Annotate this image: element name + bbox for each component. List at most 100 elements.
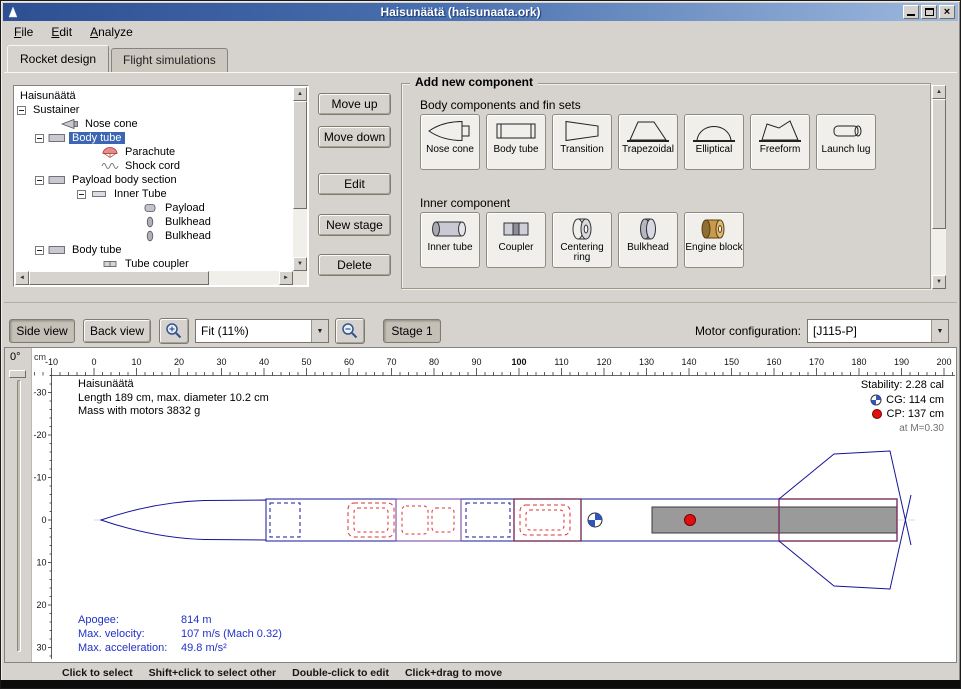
tree-item-parachute[interactable]: Parachute xyxy=(15,145,293,159)
svg-text:190: 190 xyxy=(894,357,909,367)
ruler-unit-label: cm xyxy=(34,352,46,362)
new-stage-button[interactable]: New stage xyxy=(318,214,391,236)
back-view-button[interactable]: Back view xyxy=(83,319,151,343)
add-inner-tube-button[interactable]: Inner tube xyxy=(420,212,480,268)
collapse-icon[interactable] xyxy=(35,134,44,143)
tree-item-body-tube[interactable]: Body tube xyxy=(15,131,293,145)
maximize-button[interactable] xyxy=(921,5,937,19)
inner-tube-icon xyxy=(427,216,473,242)
scroll-down-icon[interactable]: ▼ xyxy=(293,257,307,271)
svg-text:-30: -30 xyxy=(33,388,46,398)
svg-text:0: 0 xyxy=(91,357,96,367)
body-tube-icon xyxy=(48,244,66,256)
menu-edit[interactable]: Edit xyxy=(43,22,80,42)
rotation-slider-handle[interactable] xyxy=(9,370,26,378)
tree-vertical-scrollbar[interactable]: ▲ ▼ xyxy=(293,87,307,271)
stage-1-toggle[interactable]: Stage 1 xyxy=(383,319,441,343)
rocket-drawing[interactable] xyxy=(94,451,916,589)
cg-value: CG: 114 cm xyxy=(886,393,944,408)
tree-item-payload-body-section[interactable]: Payload body section xyxy=(15,173,293,187)
inner-component-buttons: Inner tube Coupler Centering ring Bulkhe… xyxy=(420,212,744,268)
menu-file[interactable]: File xyxy=(6,22,41,42)
mach-condition: at M=0.30 xyxy=(861,422,944,437)
chevron-down-icon[interactable]: ▼ xyxy=(311,320,328,342)
svg-text:-10: -10 xyxy=(45,357,58,367)
zoom-level-select[interactable]: Fit (11%) ▼ xyxy=(195,319,329,343)
scroll-down-icon[interactable]: ▼ xyxy=(932,275,946,289)
add-trapezoidal-fin-button[interactable]: Trapezoidal xyxy=(618,114,678,170)
window-bottom-edge xyxy=(1,680,960,688)
body-tube-icon xyxy=(48,132,66,144)
collapse-icon[interactable] xyxy=(17,106,26,115)
collapse-icon[interactable] xyxy=(35,246,44,255)
tree-item-sustainer[interactable]: Sustainer xyxy=(15,103,293,117)
tree-item-label: Nose cone xyxy=(82,118,141,130)
svg-text:20: 20 xyxy=(174,357,184,367)
component-tree[interactable]: Haisunäätä Sustainer Nose cone Body tube… xyxy=(15,87,293,271)
tree-item-body-tube-2[interactable]: Body tube xyxy=(15,243,293,257)
zoom-out-button[interactable] xyxy=(335,318,365,344)
scroll-right-icon[interactable]: ► xyxy=(279,271,293,285)
scroll-left-icon[interactable]: ◄ xyxy=(15,271,29,285)
scroll-thumb[interactable] xyxy=(293,101,307,209)
tree-item-inner-tube[interactable]: Inner Tube xyxy=(15,187,293,201)
add-body-tube-button[interactable]: Body tube xyxy=(486,114,546,170)
add-nose-cone-button[interactable]: Nose cone xyxy=(420,114,480,170)
scroll-up-icon[interactable]: ▲ xyxy=(932,85,946,99)
svg-text:10: 10 xyxy=(131,357,141,367)
scroll-thumb[interactable] xyxy=(932,99,946,229)
move-down-button[interactable]: Move down xyxy=(318,126,391,148)
titlebar[interactable]: Haisunäätä (haisunaata.ork) × xyxy=(3,3,958,21)
scroll-up-icon[interactable]: ▲ xyxy=(293,87,307,101)
tree-item-rocket[interactable]: Haisunäätä xyxy=(15,89,293,103)
rotation-slider-track[interactable] xyxy=(17,380,21,652)
add-centering-ring-button[interactable]: Centering ring xyxy=(552,212,612,268)
side-view-button[interactable]: Side view xyxy=(9,319,75,343)
centering-ring-icon xyxy=(559,216,605,242)
tree-item-shock-cord[interactable]: Shock cord xyxy=(15,159,293,173)
zoom-in-button[interactable] xyxy=(159,318,189,344)
edit-button[interactable]: Edit xyxy=(318,173,391,195)
button-label: Centering ring xyxy=(553,243,611,263)
svg-text:10: 10 xyxy=(36,558,46,568)
move-up-button[interactable]: Move up xyxy=(318,93,391,115)
svg-text:160: 160 xyxy=(766,357,781,367)
component-panel-scrollbar[interactable]: ▲ ▼ xyxy=(932,85,946,289)
add-launch-lug-button[interactable]: Launch lug xyxy=(816,114,876,170)
shock-cord-icon xyxy=(101,160,119,172)
body-components-label: Body components and fin sets xyxy=(420,98,581,112)
motor-configuration-select[interactable]: [J115-P] ▼ xyxy=(807,319,949,343)
add-elliptical-fin-button[interactable]: Elliptical xyxy=(684,114,744,170)
add-bulkhead-button[interactable]: Bulkhead xyxy=(618,212,678,268)
tree-item-payload[interactable]: Payload xyxy=(15,201,293,215)
tab-rocket-design[interactable]: Rocket design xyxy=(7,45,109,72)
tree-horizontal-scrollbar[interactable]: ◄ ► xyxy=(15,271,293,285)
tree-item-bulkhead[interactable]: Bulkhead xyxy=(15,229,293,243)
tree-item-tube-coupler[interactable]: Tube coupler xyxy=(15,257,293,271)
add-component-group: Add new component Body components and fi… xyxy=(401,83,931,289)
tree-item-nose-cone[interactable]: Nose cone xyxy=(15,117,293,131)
maximize-icon xyxy=(925,8,934,16)
tree-item-label: Bulkhead xyxy=(162,216,214,228)
add-freeform-fin-button[interactable]: Freeform xyxy=(750,114,810,170)
tab-flight-simulations[interactable]: Flight simulations xyxy=(111,48,228,72)
minimize-button[interactable] xyxy=(903,5,919,19)
max-acceleration-label: Max. acceleration: xyxy=(78,641,181,655)
add-engine-block-button[interactable]: Engine block xyxy=(684,212,744,268)
collapse-icon[interactable] xyxy=(77,190,86,199)
collapse-icon[interactable] xyxy=(35,176,44,185)
add-transition-button[interactable]: Transition xyxy=(552,114,612,170)
cp-icon xyxy=(871,408,883,420)
add-coupler-button[interactable]: Coupler xyxy=(486,212,546,268)
close-button[interactable]: × xyxy=(939,5,955,19)
menu-analyze[interactable]: Analyze xyxy=(82,22,141,42)
delete-button[interactable]: Delete xyxy=(318,254,391,276)
tree-item-label: Payload body section xyxy=(69,174,180,186)
rocket-mass: Mass with motors 3832 g xyxy=(78,405,269,419)
chevron-down-icon[interactable]: ▼ xyxy=(931,320,948,342)
scroll-thumb[interactable] xyxy=(29,271,209,285)
svg-text:30: 30 xyxy=(36,643,46,653)
tree-item-bulkhead[interactable]: Bulkhead xyxy=(15,215,293,229)
payload-icon xyxy=(141,202,159,214)
tree-item-label: Inner Tube xyxy=(111,188,170,200)
